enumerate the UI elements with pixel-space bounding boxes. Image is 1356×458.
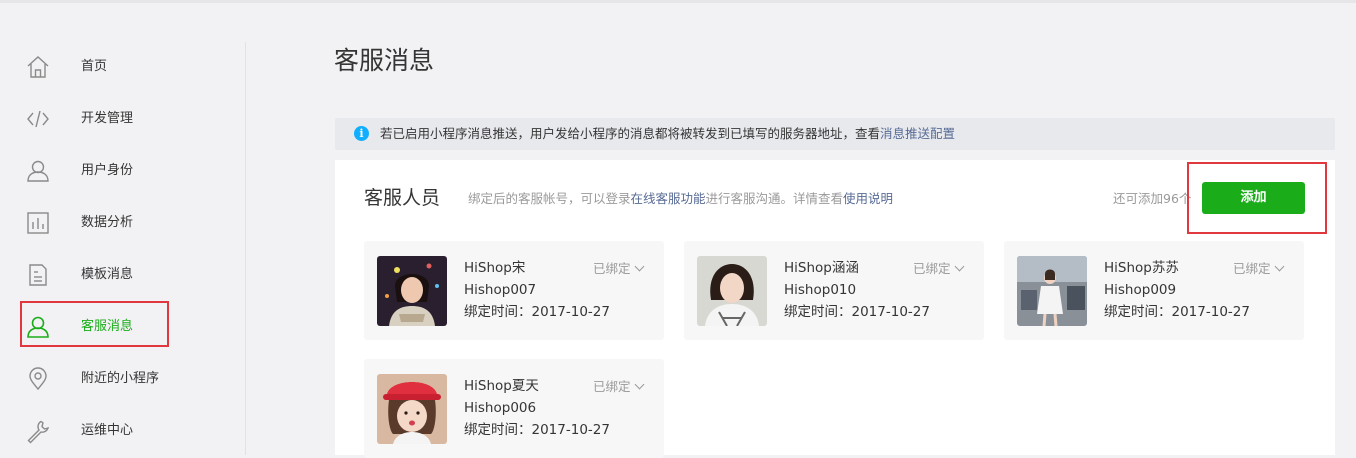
sidebar-divider — [245, 42, 246, 455]
avatar — [697, 256, 767, 326]
status-label: 已绑定 — [593, 261, 631, 276]
bind-time: 绑定时间：2017-10-27 — [1104, 304, 1250, 320]
notice-bar: i 若已启用小程序消息推送，用户发给小程序的消息都将被转发到已填写的服务器地址，… — [335, 118, 1335, 150]
staff-card: HiShop夏天 Hishop006 绑定时间：2017-10-27 已绑定 — [364, 359, 664, 458]
staff-name: HiShop宋 — [464, 260, 526, 276]
code-icon — [25, 106, 51, 132]
staff-card: HiShop宋 Hishop007 绑定时间：2017-10-27 已绑定 — [364, 241, 664, 340]
staff-card: HiShop涵涵 Hishop010 绑定时间：2017-10-27 已绑定 — [684, 241, 984, 340]
bind-status-dropdown[interactable]: 已绑定 — [593, 378, 644, 396]
chevron-down-icon — [1274, 261, 1284, 272]
avatar — [1017, 256, 1087, 326]
highlight-box — [20, 301, 169, 347]
sidebar-item-label: 开发管理 — [81, 111, 134, 126]
staff-account: Hishop010 — [784, 282, 857, 298]
staff-name: HiShop夏天 — [464, 378, 539, 394]
document-icon — [25, 262, 51, 288]
bind-status-dropdown[interactable]: 已绑定 — [913, 260, 964, 278]
notice-text: 若已启用小程序消息推送，用户发给小程序的消息都将被转发到已填写的服务器地址，查看… — [380, 125, 955, 143]
sidebar-item-label: 附近的小程序 — [81, 371, 160, 386]
sidebar-item-label: 首页 — [81, 59, 108, 74]
sidebar-item-label: 模板消息 — [81, 267, 134, 282]
remaining-count: 还可添加96个 — [1113, 191, 1192, 206]
sidebar-item-label: 运维中心 — [81, 423, 134, 438]
info-icon: i — [354, 126, 369, 141]
avatar — [377, 374, 447, 444]
customer-service-panel: 客服人员 绑定后的客服帐号，可以登录在线客服功能进行客服沟通。详情查看使用说明 … — [335, 160, 1335, 458]
desc-text: 绑定后的客服帐号，可以登录 — [468, 191, 631, 206]
sidebar: 首页 开发管理 用户身份 数据分析 模板消息 客服消息 附近的小程序 运维中心 — [0, 3, 246, 455]
staff-name: HiShop涵涵 — [784, 260, 859, 276]
sidebar-item-label: 用户身份 — [81, 163, 134, 178]
status-label: 已绑定 — [593, 379, 631, 394]
location-pin-icon — [25, 366, 51, 392]
chevron-down-icon — [634, 261, 644, 272]
sidebar-item-home[interactable]: 首页 — [0, 41, 246, 93]
sidebar-item-template-message[interactable]: 模板消息 — [0, 249, 246, 301]
staff-card: HiShop苏苏 Hishop009 绑定时间：2017-10-27 已绑定 — [1004, 241, 1304, 340]
chevron-down-icon — [634, 379, 644, 390]
bind-time: 绑定时间：2017-10-27 — [464, 422, 610, 438]
online-service-link[interactable]: 在线客服功能 — [631, 191, 706, 206]
highlight-box — [1187, 162, 1327, 234]
status-label: 已绑定 — [1233, 261, 1271, 276]
sidebar-item-data-analysis[interactable]: 数据分析 — [0, 197, 246, 249]
bind-time: 绑定时间：2017-10-27 — [784, 304, 930, 320]
sidebar-item-label: 数据分析 — [81, 215, 134, 230]
panel-title: 客服人员 — [364, 187, 441, 209]
status-label: 已绑定 — [913, 261, 951, 276]
chevron-down-icon — [954, 261, 964, 272]
page-title: 客服消息 — [334, 46, 435, 75]
user-icon — [25, 158, 51, 184]
wrench-icon — [25, 418, 51, 444]
staff-account: Hishop009 — [1104, 282, 1177, 298]
usage-guide-link[interactable]: 使用说明 — [843, 191, 893, 206]
sidebar-item-dev-management[interactable]: 开发管理 — [0, 93, 246, 145]
bind-status-dropdown[interactable]: 已绑定 — [1233, 260, 1284, 278]
bind-time: 绑定时间：2017-10-27 — [464, 304, 610, 320]
bind-status-dropdown[interactable]: 已绑定 — [593, 260, 644, 278]
chart-icon — [25, 210, 51, 236]
staff-account: Hishop006 — [464, 400, 537, 416]
panel-description: 绑定后的客服帐号，可以登录在线客服功能进行客服沟通。详情查看使用说明 — [468, 190, 893, 208]
avatar — [377, 256, 447, 326]
push-config-link[interactable]: 消息推送配置 — [880, 126, 955, 141]
notice-message: 若已启用小程序消息推送，用户发给小程序的消息都将被转发到已填写的服务器地址，查看 — [380, 126, 881, 141]
home-icon — [25, 54, 51, 80]
sidebar-item-nearby-mini-program[interactable]: 附近的小程序 — [0, 353, 246, 405]
desc-text: 进行客服沟通。详情查看 — [705, 191, 844, 206]
sidebar-item-ops-center[interactable]: 运维中心 — [0, 405, 246, 457]
staff-name: HiShop苏苏 — [1104, 260, 1179, 276]
staff-account: Hishop007 — [464, 282, 537, 298]
sidebar-item-user-identity[interactable]: 用户身份 — [0, 145, 246, 197]
